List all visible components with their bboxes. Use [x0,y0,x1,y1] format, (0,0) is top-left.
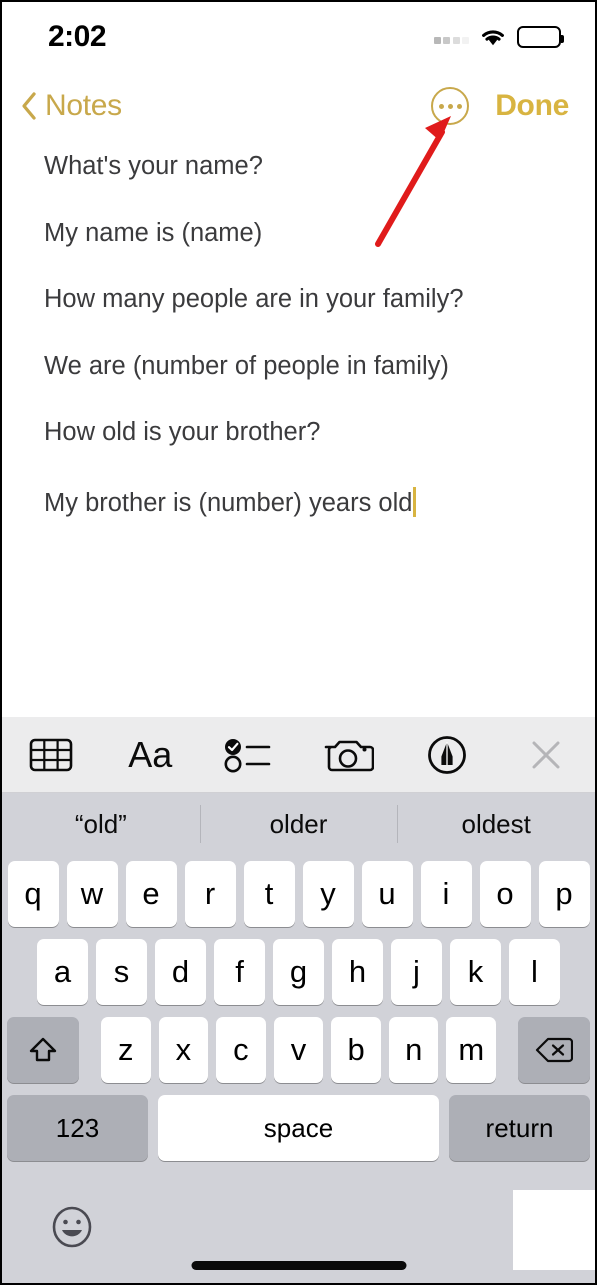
key-v[interactable]: v [273,1017,324,1083]
key-a[interactable]: a [37,939,88,1005]
space-key[interactable]: space [158,1095,439,1161]
keyboard-row-2: a s d f g h j k l [2,939,595,1005]
prediction-item[interactable]: older [199,793,398,855]
note-line: How many people are in your family? [44,285,464,313]
key-n[interactable]: n [388,1017,439,1083]
close-x-glyph [532,741,560,768]
key-o[interactable]: o [479,861,531,927]
key-p[interactable]: p [538,861,590,927]
key-r[interactable]: r [184,861,236,927]
note-text-area[interactable]: What's your name? My name is (name) How … [2,140,595,717]
status-bar: 2:02 [2,2,595,72]
shift-key[interactable] [6,1017,79,1083]
wifi-icon [482,30,504,46]
navigation-bar: Notes Done [2,72,595,140]
status-icons [433,26,564,48]
nav-right-group: Done [431,87,569,125]
notes-format-toolbar: Aa [2,717,595,793]
ellipsis-circle-icon[interactable] [431,87,470,125]
key-s[interactable]: s [96,939,147,1005]
predictive-text-bar: “old” older oldest [2,793,595,855]
close-icon[interactable] [496,717,595,792]
prediction-item[interactable]: “old” [2,793,200,855]
camera-icon[interactable] [298,717,397,792]
key-m[interactable]: m [446,1017,497,1083]
table-glyph [30,738,73,771]
checklist-glyph [224,738,271,772]
numeric-key[interactable]: 123 [7,1095,148,1161]
emoji-smiley-glyph [52,1206,92,1248]
shift-up-arrow-icon [29,1037,57,1062]
battery-icon [517,26,564,48]
note-line: What's your name? [44,152,263,180]
keyboard-row-4: 123 space return [2,1095,595,1161]
key-l[interactable]: l [509,939,560,1005]
key-h[interactable]: h [332,939,383,1005]
table-icon[interactable] [2,717,101,792]
signal-dots-icon [433,30,469,44]
key-z[interactable]: z [100,1017,151,1083]
key-t[interactable]: t [243,861,295,927]
home-indicator-bar [191,1261,406,1270]
key-d[interactable]: d [155,939,206,1005]
keyboard-bottom-bar [2,1183,595,1283]
chevron-left-icon [22,92,36,120]
key-e[interactable]: e [125,861,177,927]
key-g[interactable]: g [273,939,324,1005]
key-c[interactable]: c [216,1017,266,1083]
back-button-label: Notes [45,89,122,122]
key-b[interactable]: b [331,1017,381,1083]
key-w[interactable]: w [66,861,118,927]
key-u[interactable]: u [361,861,413,927]
key-k[interactable]: k [450,939,501,1005]
markup-pen-icon[interactable] [397,717,496,792]
delete-key[interactable] [518,1017,591,1083]
text-format-icon[interactable]: Aa [101,717,200,792]
text-format-label: Aa [128,733,173,775]
done-button[interactable]: Done [495,89,569,123]
key-f[interactable]: f [214,939,265,1005]
note-line: We are (number of people in family) [44,351,449,380]
software-keyboard: “old” older oldest q w e r t y u i o p a… [2,793,595,1283]
markup-pen-glyph [427,735,466,774]
backspace-delete-icon [535,1037,574,1063]
key-j[interactable]: j [391,939,442,1005]
note-line: How old is your brother? [44,418,321,446]
note-line: My name is (name) [44,218,263,247]
emoji-smiley-icon[interactable] [50,1205,94,1254]
text-cursor [413,486,417,517]
checklist-icon[interactable] [200,717,299,792]
note-line: My brother is (number) years old [44,488,413,517]
return-key[interactable]: return [449,1095,590,1161]
camera-glyph [324,740,374,771]
key-x[interactable]: x [158,1017,209,1083]
back-to-notes-button[interactable]: Notes [20,89,122,123]
blank-overlay-region [513,1190,595,1270]
keyboard-row-1: q w e r t y u i o p [2,861,595,927]
phone-screen: 2:02 Notes Done What's your name? My nam… [0,0,597,1285]
prediction-item[interactable]: oldest [397,793,595,855]
key-q[interactable]: q [7,861,59,927]
key-i[interactable]: i [420,861,472,927]
key-y[interactable]: y [302,861,354,927]
status-time: 2:02 [48,20,107,53]
keyboard-row-3: z x c v b n m [2,1017,595,1083]
